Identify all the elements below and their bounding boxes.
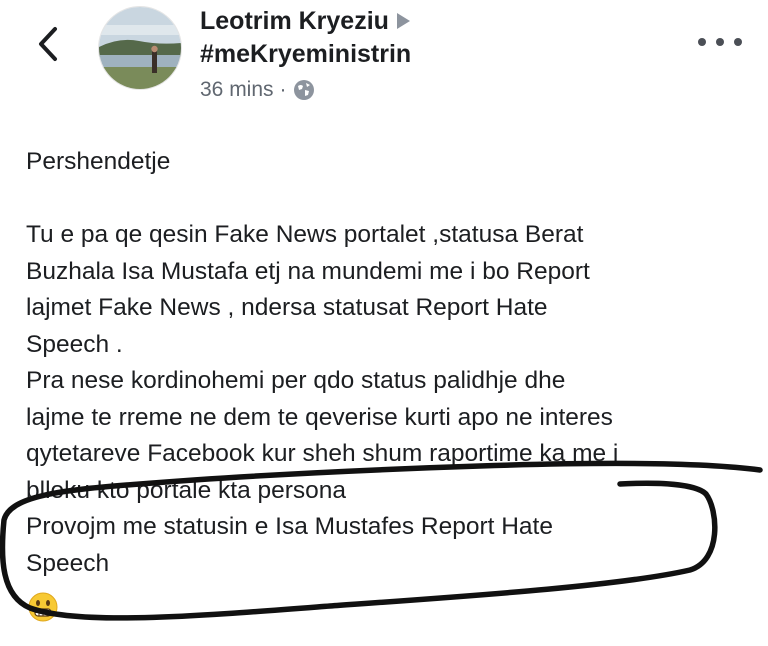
more-dot (716, 38, 724, 46)
post-line: Provojm me statusin e Isa Mustafes Repor… (26, 513, 553, 540)
post-text: Pershendetje Tu e pa qe qesin Fake News … (26, 144, 766, 582)
more-dot (698, 38, 706, 46)
group-name[interactable]: #meKryeministrin (200, 40, 411, 69)
timestamp[interactable]: 36 mins (200, 78, 274, 102)
post-line: qytetareve Facebook kur sheh shum raport… (26, 440, 619, 467)
more-options-button[interactable] (698, 30, 742, 54)
post-line: Tu e pa qe qesin Fake News portalet ,sta… (26, 221, 584, 248)
post-line: lajmet Fake News , ndersa statusat Repor… (26, 294, 548, 321)
chevron-left-icon (39, 27, 57, 61)
grimacing-face-emoji (28, 592, 58, 622)
post-line: Speech . (26, 330, 123, 358)
post-line: blloku kto portale kta persona (26, 476, 347, 504)
globe-icon (293, 80, 314, 100)
meta-separator: · (279, 78, 287, 101)
post-meta: 36 mins · (200, 78, 315, 102)
author-line: Leotrim Kryeziu (200, 6, 410, 36)
post-line: Speech (26, 549, 110, 577)
post-line: Pershendetje (26, 148, 171, 175)
back-button[interactable] (28, 20, 68, 68)
post-line: Pra nese kordinohemi per qdo status pali… (26, 367, 566, 394)
post-header: Leotrim Kryeziu #meKryeministrin 36 mins… (0, 0, 768, 120)
triangle-right-icon (396, 13, 410, 29)
author-name[interactable]: Leotrim Kryeziu (200, 7, 389, 36)
avatar[interactable] (98, 6, 182, 90)
post-line: Buzhala Isa Mustafa etj na mundemi me i … (26, 257, 590, 285)
post-line: lajme te rreme ne dem te qeverise kurti … (26, 403, 613, 431)
more-dot (734, 38, 742, 46)
avatar-image (99, 7, 181, 89)
